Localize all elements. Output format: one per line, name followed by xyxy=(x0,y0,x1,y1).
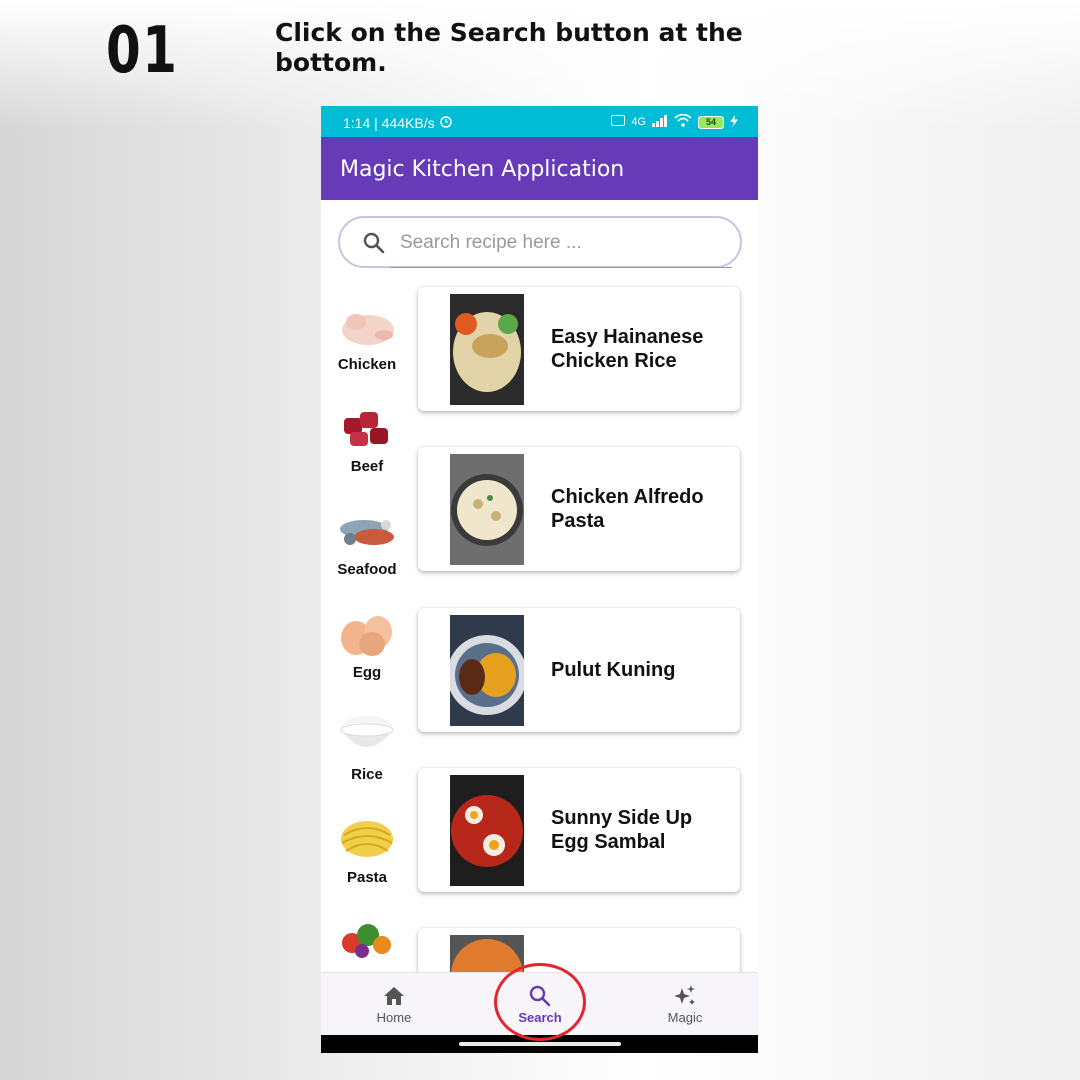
network-label: 4G xyxy=(631,116,646,128)
egg-image xyxy=(334,610,400,658)
category-label: Seafood xyxy=(337,561,397,578)
recipe-thumbnail xyxy=(450,294,524,405)
category-label: Chicken xyxy=(337,356,397,373)
nav-label: Home xyxy=(376,1010,412,1025)
recipe-name: Easy Hainanese Chicken Rice xyxy=(551,326,704,372)
category-vegetables[interactable] xyxy=(329,915,405,969)
status-time-speed: 1:14 | 444KB/s xyxy=(343,114,435,131)
recipe-thumbnail xyxy=(450,775,524,886)
phone-screen: 1:14 | 444KB/s 4G 54 Magic Kitchen Appli… xyxy=(321,106,758,1053)
step-number: 01 xyxy=(106,14,179,88)
status-bar: 1:14 | 444KB/s 4G 54 xyxy=(321,106,758,137)
signal-icon xyxy=(652,114,668,130)
recipe-card[interactable]: Chicken Alfredo Pasta xyxy=(418,447,740,571)
highlight-circle-annotation xyxy=(494,963,586,1041)
battery-icon: 54 xyxy=(698,115,724,129)
search-underline xyxy=(390,267,732,268)
nav-label: Magic xyxy=(667,1010,703,1025)
sparkle-icon xyxy=(673,984,697,1008)
category-label: Beef xyxy=(350,458,384,475)
app-bar: Magic Kitchen Application xyxy=(321,137,758,200)
recipe-card[interactable]: Easy Hainanese Chicken Rice xyxy=(418,287,740,411)
recipe-card[interactable]: Pulut Kuning xyxy=(418,608,740,732)
recipe-thumbnail xyxy=(450,615,524,726)
gesture-handle[interactable] xyxy=(459,1042,621,1046)
category-chicken[interactable]: Chicken xyxy=(329,302,405,373)
vegetables-image xyxy=(334,915,400,963)
pasta-image xyxy=(334,815,400,863)
category-beef[interactable]: Beef xyxy=(329,404,405,475)
beef-image xyxy=(334,404,400,452)
category-label: Rice xyxy=(351,766,383,783)
wifi-icon xyxy=(674,113,692,130)
category-label: Egg xyxy=(352,664,382,681)
category-egg[interactable]: Egg xyxy=(329,610,405,681)
alarm-icon xyxy=(439,114,453,131)
volte-icon xyxy=(611,115,626,129)
step-instruction: Click on the Search button at the bottom… xyxy=(275,18,743,77)
recipe-name: Chicken Alfredo Pasta xyxy=(551,486,704,532)
category-label: Pasta xyxy=(346,869,388,886)
nav-magic[interactable]: Magic xyxy=(625,973,745,1036)
search-bar[interactable] xyxy=(338,216,742,268)
category-seafood[interactable]: Seafood xyxy=(329,507,405,578)
app-title: Magic Kitchen Application xyxy=(340,157,625,182)
rice-image xyxy=(334,712,400,760)
category-rice[interactable]: Rice xyxy=(329,712,405,783)
charging-icon xyxy=(730,114,738,130)
chicken-image xyxy=(334,302,400,350)
nav-home[interactable]: Home xyxy=(334,973,454,1036)
seafood-image xyxy=(334,507,400,555)
recipe-name: Pulut Kuning xyxy=(551,659,676,681)
recipe-card[interactable]: Sunny Side Up Egg Sambal xyxy=(418,768,740,892)
recipe-thumbnail xyxy=(450,454,524,565)
category-pasta[interactable]: Pasta xyxy=(329,815,405,886)
search-input[interactable] xyxy=(400,228,720,258)
home-icon xyxy=(382,984,406,1008)
search-icon xyxy=(362,231,386,260)
recipe-name: Sunny Side Up Egg Sambal xyxy=(551,807,693,853)
